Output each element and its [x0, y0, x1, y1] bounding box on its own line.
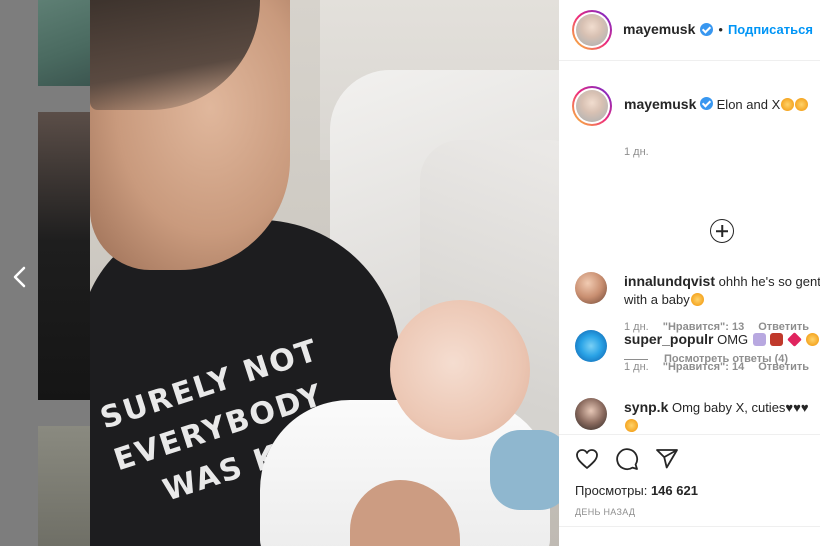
separator-dot: •	[718, 21, 723, 37]
comment-time[interactable]: 1 дн.	[624, 361, 649, 373]
comment-icon[interactable]	[615, 447, 639, 471]
post-actions-footer: Просмотры: 146 621 ДЕНЬ НАЗАД	[559, 434, 820, 546]
previous-post-button[interactable]	[6, 262, 34, 292]
roses-emoji-icon	[770, 333, 784, 346]
comment-body: with a baby	[624, 292, 690, 307]
background-post-thumbnail	[38, 426, 90, 546]
avatar[interactable]	[572, 10, 612, 50]
views-label: Просмотры:	[575, 483, 648, 498]
star-struck-emoji-icon	[805, 333, 819, 346]
heart-icon[interactable]	[575, 447, 599, 471]
caption-username[interactable]: mayemusk	[624, 96, 696, 112]
verified-badge-icon	[700, 97, 714, 110]
verified-badge-icon	[700, 22, 714, 36]
comment-text: synp.k Omg baby X, cuties♥♥♥	[624, 398, 820, 434]
follow-button[interactable]: Подписаться	[728, 22, 813, 37]
header-user-row: mayemusk • Подписаться	[623, 21, 813, 37]
comment-username[interactable]: synp.k	[624, 399, 668, 415]
avatar[interactable]	[575, 398, 607, 430]
star-struck-emoji-icon	[690, 293, 704, 306]
reply-button[interactable]: Ответить	[758, 361, 809, 373]
avatar[interactable]	[575, 330, 607, 362]
unicorn-emoji-icon	[752, 333, 766, 346]
add-comment-bar[interactable]	[559, 526, 820, 546]
views-count[interactable]: Просмотры: 146 621	[575, 483, 698, 498]
comment-username[interactable]: innalundqvist	[624, 273, 715, 289]
post-date[interactable]: ДЕНЬ НАЗАД	[575, 507, 635, 517]
post-video[interactable]: SURELY NOT EVERYBODY WAS KUNG FU	[90, 0, 559, 546]
caption-line: mayemusk Elon and X	[624, 96, 809, 112]
comments-list[interactable]: mayemusk Elon and X 1 дн. innalundqvist …	[559, 62, 820, 434]
star-struck-emoji-icon	[625, 419, 638, 432]
username-link[interactable]: mayemusk	[623, 21, 695, 37]
star-struck-emoji-icon	[781, 98, 795, 111]
comment-text: innalundqvist ohhh he's so gent with a b…	[624, 272, 820, 309]
star-struck-emoji-icon	[795, 98, 809, 111]
replies-dash	[624, 358, 648, 360]
comment-username[interactable]: super_populr	[624, 331, 713, 347]
video-blanket	[490, 430, 559, 510]
comment-body: OMG	[717, 332, 749, 347]
heart-emoji-icon	[787, 332, 802, 347]
comment-likes[interactable]: "Нравится": 14	[663, 361, 744, 373]
comment-meta: 1 дн. "Нравится": 14 Ответить	[624, 361, 809, 373]
avatar[interactable]	[572, 86, 612, 126]
avatar[interactable]	[575, 272, 607, 304]
caption-text: Elon and X	[716, 97, 781, 112]
load-more-comments-button[interactable]	[710, 219, 734, 243]
comment-body: Omg baby X, cuties♥♥♥	[671, 400, 809, 415]
action-bar	[575, 447, 679, 471]
video-baby-face	[390, 300, 530, 440]
background-post-thumbnail	[38, 112, 90, 400]
background-post-thumbnail	[38, 0, 90, 86]
chevron-left-icon	[13, 266, 26, 288]
share-icon[interactable]	[655, 447, 679, 471]
post-header: mayemusk • Подписаться	[559, 0, 820, 61]
comment-body: ohhh he's so gent	[718, 274, 820, 289]
post-side-panel: mayemusk • Подписаться mayemusk Elon and…	[559, 0, 820, 546]
post-viewer: SURELY NOT EVERYBODY WAS KUNG FU mayemus…	[0, 0, 820, 546]
comment-text: super_populr OMG	[624, 330, 820, 349]
views-value: 146 621	[650, 483, 698, 498]
caption-time[interactable]: 1 дн.	[624, 146, 649, 158]
